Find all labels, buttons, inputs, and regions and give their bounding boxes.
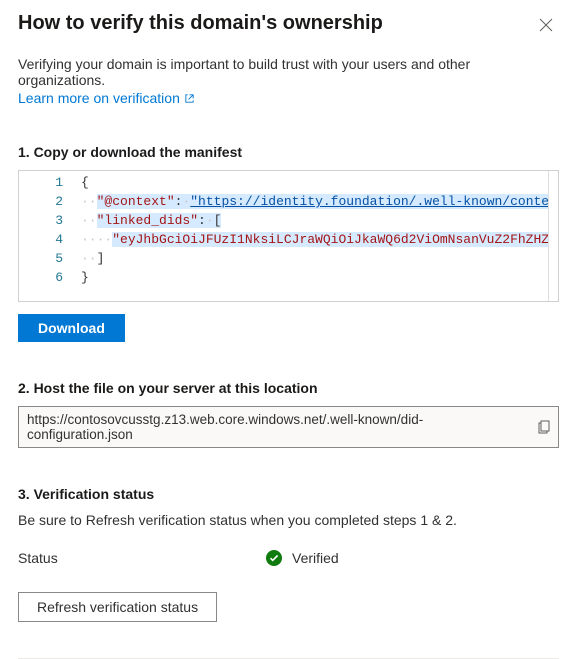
status-label: Status <box>18 550 266 566</box>
copy-button[interactable] <box>538 420 552 434</box>
download-button[interactable]: Download <box>18 314 125 342</box>
copy-icon <box>538 420 552 434</box>
intro-text: Verifying your domain is important to bu… <box>18 56 559 88</box>
status-value: Verified <box>292 550 339 566</box>
learn-more-label: Learn more on verification <box>18 90 180 106</box>
external-link-icon <box>184 93 195 104</box>
panel-title: How to verify this domain's ownership <box>18 12 383 35</box>
status-row: Status Verified <box>18 550 559 566</box>
verified-badge <box>266 550 282 566</box>
step3-heading: 3. Verification status <box>18 486 559 502</box>
code-gutter: 123456 <box>19 171 81 301</box>
check-circle-icon <box>266 550 282 566</box>
code-scrollbar[interactable] <box>548 171 558 301</box>
code-content[interactable]: {··"@context":·"https://identity.foundat… <box>81 171 558 301</box>
host-url-box[interactable]: https://contosovcusstg.z13.web.core.wind… <box>18 406 559 448</box>
close-button[interactable] <box>533 12 559 38</box>
step1-heading: 1. Copy or download the manifest <box>18 144 559 160</box>
step2-heading: 2. Host the file on your server at this … <box>18 380 559 396</box>
learn-more-link[interactable]: Learn more on verification <box>18 90 195 106</box>
host-url-value: https://contosovcusstg.z13.web.core.wind… <box>27 412 423 442</box>
step3-note: Be sure to Refresh verification status w… <box>18 512 559 528</box>
refresh-status-button[interactable]: Refresh verification status <box>18 592 217 622</box>
manifest-code-box[interactable]: 123456 {··"@context":·"https://identity.… <box>18 170 559 302</box>
close-icon <box>539 18 553 32</box>
